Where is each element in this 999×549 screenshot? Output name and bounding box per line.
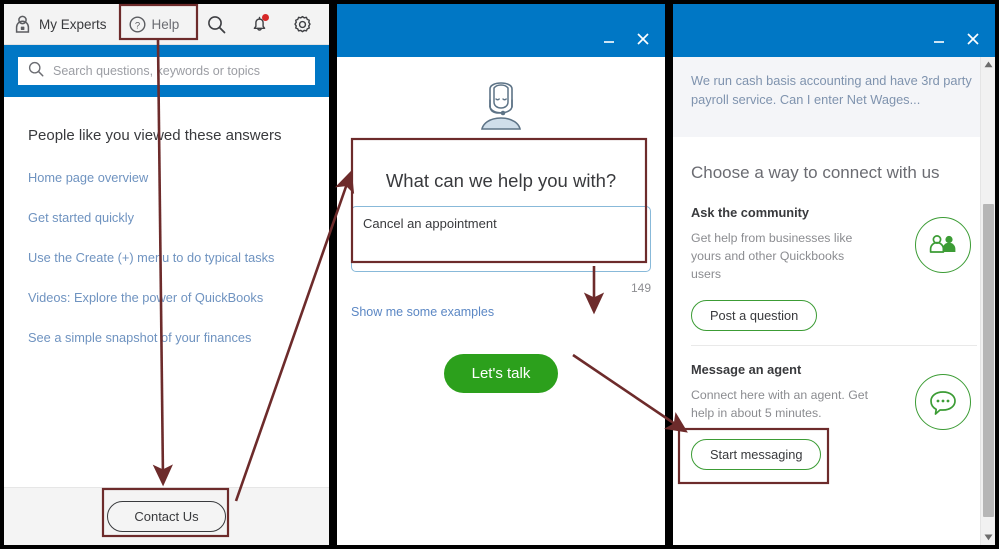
- post-a-question-button[interactable]: Post a question: [691, 299, 818, 331]
- chat-prompt-heading: What can we help you with?: [385, 170, 617, 191]
- connect-options-content: Choose a way to connect with us Ask the …: [673, 137, 995, 483]
- section-description: Get help from businesses like yours and …: [691, 231, 853, 282]
- search-icon[interactable]: [207, 15, 226, 34]
- question-circle-icon: ?: [129, 15, 146, 33]
- search-bar: [4, 45, 329, 97]
- lets-talk-button[interactable]: Let's talk: [443, 354, 559, 393]
- suggested-answers-heading: People like you viewed these answers: [28, 127, 282, 144]
- help-button[interactable]: ? Help: [129, 15, 180, 33]
- message-agent-section: Message an agent Connect here with an ag…: [691, 344, 977, 484]
- minimize-icon[interactable]: [600, 30, 618, 48]
- suggested-answers-section: People like you viewed these answers Hom…: [4, 97, 329, 345]
- panel-footer: Contact Us: [4, 487, 329, 545]
- avatar-container: [351, 57, 651, 160]
- answer-link[interactable]: Home page overview: [28, 170, 305, 185]
- help-chat-window: What can we help you with? 149 Show me s…: [337, 4, 665, 545]
- answer-link[interactable]: Use the Create (+) menu to do typical ta…: [28, 250, 305, 265]
- ask-community-section: Ask the community Get help from business…: [691, 205, 977, 344]
- scroll-up-arrow-icon[interactable]: [981, 57, 995, 72]
- window-titlebar: [673, 4, 995, 57]
- svg-text:?: ?: [134, 20, 139, 31]
- contact-us-button[interactable]: Contact Us: [107, 501, 226, 532]
- scrollbar-thumb[interactable]: [983, 204, 994, 517]
- person-lock-icon: [14, 15, 31, 33]
- scroll-down-arrow-icon[interactable]: [981, 530, 995, 545]
- vertical-scrollbar[interactable]: [980, 57, 995, 545]
- answer-link[interactable]: Get started quickly: [28, 210, 305, 225]
- show-examples-link[interactable]: Show me some examples: [351, 305, 494, 319]
- window-titlebar: [337, 4, 665, 57]
- chat-window-body: What can we help you with? 149 Show me s…: [337, 57, 665, 545]
- search-box[interactable]: [18, 57, 315, 85]
- section-description: Connect here with an agent. Get help in …: [691, 387, 869, 420]
- my-experts-button[interactable]: My Experts: [14, 15, 107, 33]
- start-messaging-button[interactable]: Start messaging: [691, 438, 822, 470]
- screenshot-root: My Experts ? Help Search questions, keyw…: [0, 0, 999, 549]
- search-icon: [28, 61, 44, 82]
- character-counter: 149: [630, 281, 651, 295]
- community-people-icon: [915, 217, 971, 274]
- close-icon[interactable]: [634, 30, 652, 48]
- toolbar-icon-group: [207, 14, 312, 34]
- notifications-bell-icon[interactable]: [251, 14, 270, 33]
- search-input[interactable]: [53, 64, 305, 78]
- support-agent-avatar-icon: [471, 75, 531, 140]
- top-toolbar: My Experts ? Help: [4, 4, 329, 45]
- answer-link[interactable]: See a simple snapshot of your finances: [28, 330, 305, 345]
- user-question-quote: We run cash basis accounting and have 3r…: [673, 57, 995, 138]
- cta-container: Let's talk: [351, 354, 651, 393]
- connect-options-window: We run cash basis accounting and have 3r…: [673, 4, 995, 545]
- quickbooks-help-panel: My Experts ? Help Search questions, keyw…: [4, 4, 329, 545]
- chat-bubble-icon: [915, 373, 971, 430]
- my-experts-label: My Experts: [39, 16, 107, 32]
- answer-link[interactable]: Videos: Explore the power of QuickBooks: [28, 290, 305, 305]
- minimize-icon[interactable]: [930, 30, 948, 48]
- chat-message-input[interactable]: [351, 206, 651, 272]
- help-label: Help: [151, 16, 180, 32]
- close-icon[interactable]: [964, 30, 982, 48]
- settings-gear-icon[interactable]: [293, 15, 312, 34]
- connect-heading: Choose a way to connect with us: [691, 163, 940, 183]
